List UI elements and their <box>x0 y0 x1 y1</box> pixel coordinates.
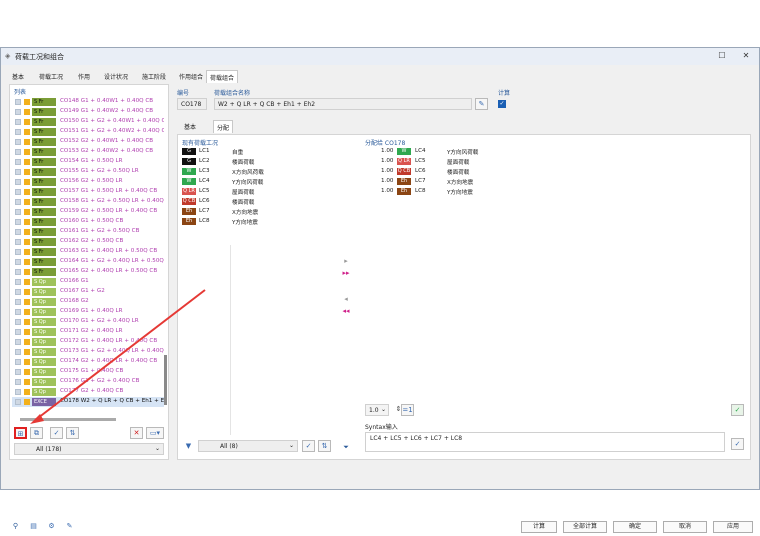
annotation-arrow <box>30 289 206 424</box>
